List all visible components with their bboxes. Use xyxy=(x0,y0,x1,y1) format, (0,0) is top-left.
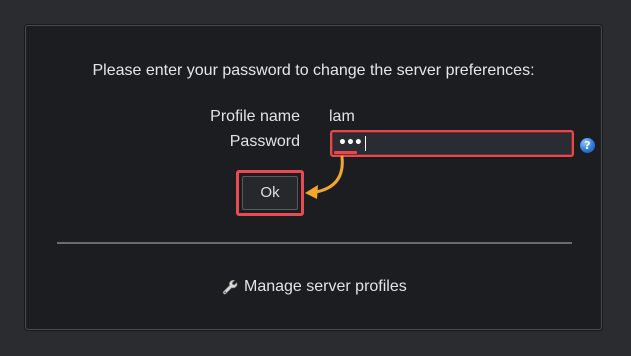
manage-server-profiles-label: Manage server profiles xyxy=(244,278,407,295)
password-masked-value: ••• xyxy=(338,135,363,151)
password-field[interactable]: ••• xyxy=(330,130,574,157)
section-divider xyxy=(57,242,572,244)
instruction-message: Please enter your password to change the… xyxy=(92,62,535,79)
profile-name-label: Profile name xyxy=(210,108,300,125)
text-cursor xyxy=(364,135,366,151)
ok-button[interactable]: Ok xyxy=(242,176,298,210)
password-underline-annotation xyxy=(334,151,357,154)
manage-server-profiles-link[interactable]: Manage server profiles xyxy=(222,278,407,296)
profile-name-value: lam xyxy=(329,108,355,125)
help-icon[interactable]: ? xyxy=(580,138,595,153)
password-label: Password xyxy=(229,133,300,150)
server-preferences-panel: Please enter your password to change the… xyxy=(25,25,602,330)
wrench-icon xyxy=(222,279,238,294)
